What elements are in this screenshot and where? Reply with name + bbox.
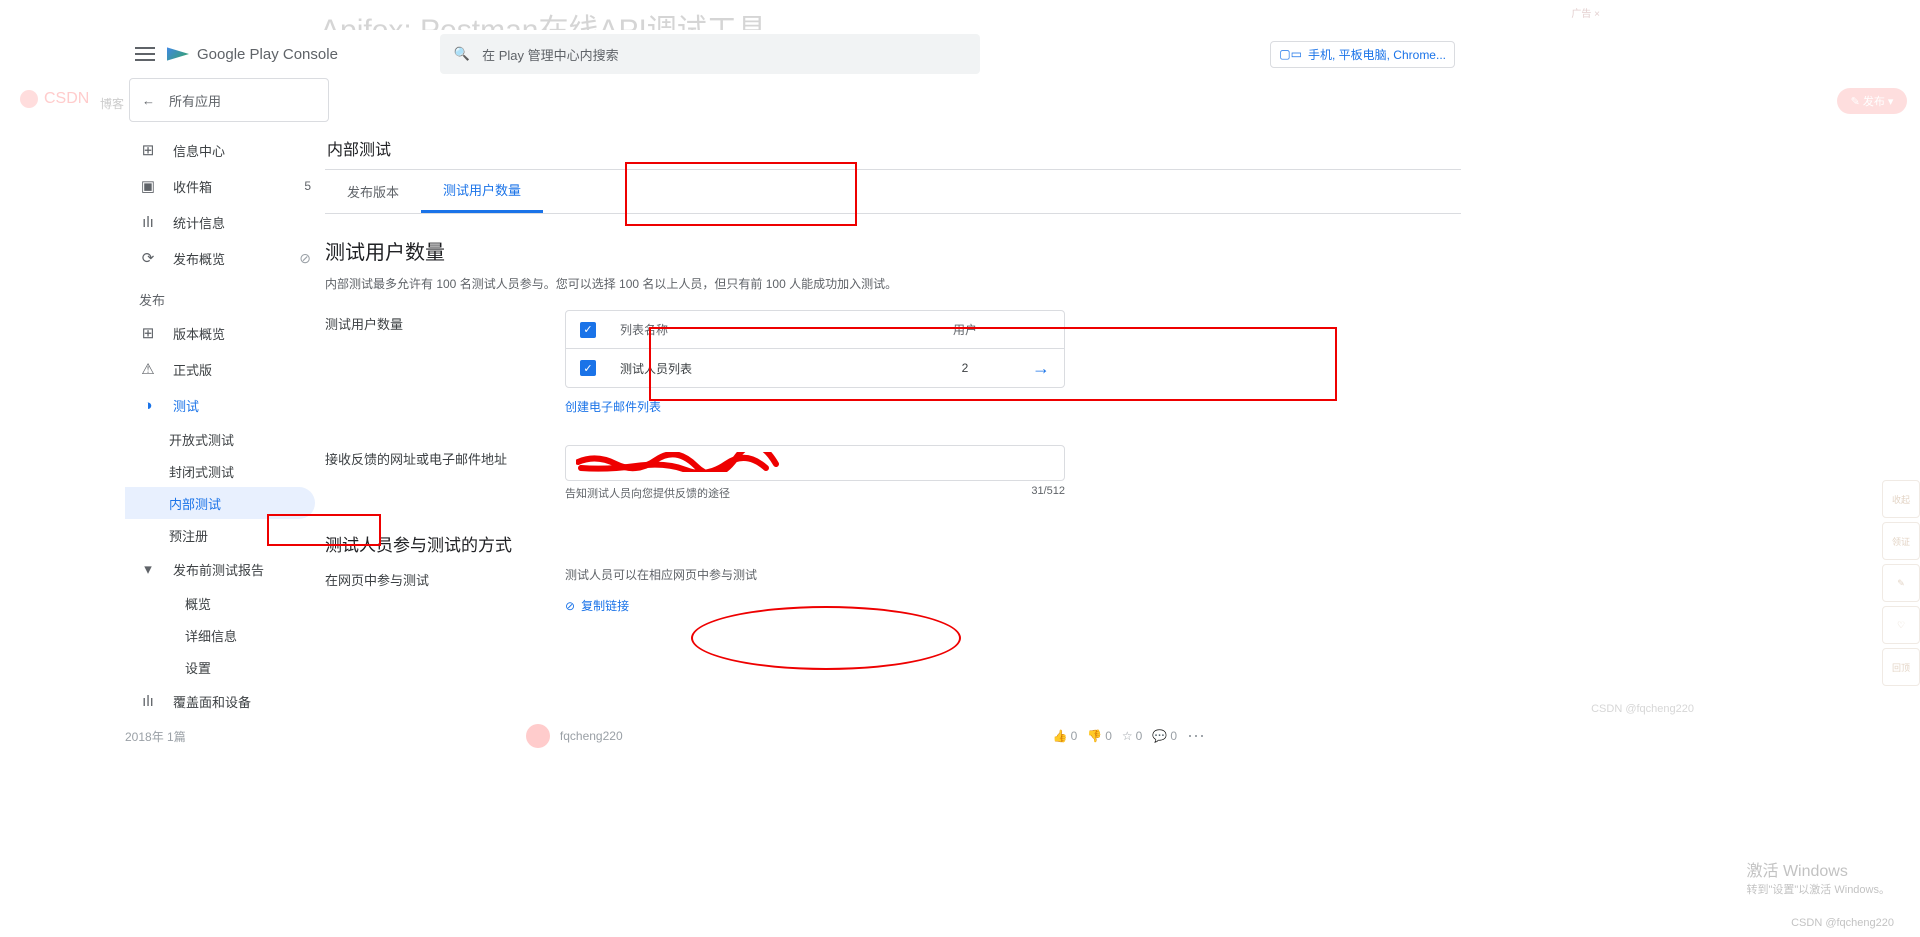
dislike-button[interactable]: 👎 0 bbox=[1087, 729, 1112, 743]
sidebar-item-versions[interactable]: ⊞版本概览 bbox=[125, 315, 325, 351]
devices-icon: ▢▭ bbox=[1279, 47, 1302, 61]
sidebar-sub-preregister[interactable]: 预注册 bbox=[125, 519, 325, 551]
star-button[interactable]: ☆ 0 bbox=[1122, 729, 1142, 743]
join-label: 在网页中参与测试 bbox=[325, 566, 565, 614]
dashboard-icon: ⊞ bbox=[139, 141, 157, 159]
tab-releases[interactable]: 发布版本 bbox=[325, 169, 421, 213]
checkbox-all[interactable]: ✓ bbox=[580, 322, 596, 338]
menu-icon[interactable] bbox=[135, 47, 155, 61]
join-desc: 测试人员可以在相应网页中参与测试 bbox=[565, 566, 1065, 583]
archive-year[interactable]: 2018年 1篇 bbox=[125, 728, 186, 745]
back-all-apps[interactable]: ← 所有应用 bbox=[129, 78, 329, 122]
ad-close[interactable]: 广告 × bbox=[1571, 5, 1600, 20]
rail-item[interactable]: ♡ bbox=[1882, 606, 1920, 644]
overview-icon: ⟳ bbox=[139, 249, 157, 267]
link-icon: ⊘ bbox=[565, 599, 575, 613]
main-content: 内部测试 发布版本 测试用户数量 测试用户数量 内部测试最多允许有 100 名测… bbox=[325, 126, 1465, 725]
feedback-label: 接收反馈的网址或电子邮件地址 bbox=[325, 445, 565, 501]
sidebar-sub-internal-testing[interactable]: 内部测试 bbox=[125, 487, 315, 519]
back-arrow-icon: ← bbox=[142, 93, 155, 108]
coverage-icon: ılı bbox=[139, 692, 157, 710]
tabs: 发布版本 测试用户数量 bbox=[325, 170, 1461, 214]
sidebar-sub-details[interactable]: 详细信息 bbox=[125, 619, 325, 651]
blog-footer: 2018年 1篇 fqcheng220 👍 0 👎 0 ☆ 0 💬 0 ⋯ bbox=[125, 724, 1205, 748]
sidebar-sub-settings[interactable]: 设置 bbox=[125, 651, 325, 683]
like-button[interactable]: 👍 0 bbox=[1053, 729, 1078, 743]
sidebar-item-production[interactable]: ⚠正式版 bbox=[125, 351, 325, 387]
sidebar: ⊞信息中心 ▣收件箱5 ılı统计信息 ⟳发布概览⊘ 发布 ⊞版本概览 ⚠正式版… bbox=[125, 126, 325, 725]
rail-item[interactable]: 收起 bbox=[1882, 480, 1920, 518]
copy-link-button[interactable]: ⊘ 复制链接 bbox=[565, 597, 629, 614]
more-icon[interactable]: ⋯ bbox=[1187, 726, 1205, 747]
feedback-count: 31/512 bbox=[1031, 485, 1065, 501]
logo-text: Google Play Console bbox=[197, 46, 338, 63]
section-desc: 内部测试最多允许有 100 名测试人员参与。您可以选择 100 名以上人员，但只… bbox=[325, 275, 1461, 292]
username[interactable]: fqcheng220 bbox=[560, 729, 623, 743]
tester-lists-table: ✓ 列表名称 用户 ✓ 测试人员列表 2 → bbox=[565, 310, 1065, 388]
page-title: 内部测试 bbox=[325, 126, 1461, 170]
rail-item[interactable]: 领证 bbox=[1882, 522, 1920, 560]
inbox-icon: ▣ bbox=[139, 177, 157, 195]
sidebar-sub-closed-testing[interactable]: 封闭式测试 bbox=[125, 455, 325, 487]
play-console: Google Play Console 🔍 在 Play 管理中心内搜索 ▢▭ … bbox=[125, 30, 1465, 720]
header: Google Play Console 🔍 在 Play 管理中心内搜索 ▢▭ … bbox=[125, 30, 1465, 78]
col-list-name: 列表名称 bbox=[620, 321, 910, 338]
table-row[interactable]: ✓ 测试人员列表 2 → bbox=[566, 349, 1064, 387]
row-users: 2 bbox=[930, 361, 1000, 375]
versions-icon: ⊞ bbox=[139, 324, 157, 342]
sidebar-sub-open-testing[interactable]: 开放式测试 bbox=[125, 423, 325, 455]
activate-windows: 激活 Windows 转到"设置"以激活 Windows。 bbox=[1747, 857, 1891, 897]
tab-testers[interactable]: 测试用户数量 bbox=[421, 169, 543, 213]
col-users: 用户 bbox=[930, 321, 1000, 338]
sidebar-item-coverage[interactable]: ılı覆盖面和设备 bbox=[125, 683, 325, 719]
sidebar-item-inbox[interactable]: ▣收件箱5 bbox=[125, 168, 325, 204]
comment-button[interactable]: 💬 0 bbox=[1152, 729, 1177, 743]
section-title: 测试用户数量 bbox=[325, 236, 1461, 265]
join-title: 测试人员参与测试的方式 bbox=[325, 531, 1461, 556]
redacted-scribble bbox=[576, 452, 786, 472]
csdn-user-watermark: CSDN @fqcheng220 bbox=[1591, 703, 1694, 715]
avatar[interactable] bbox=[526, 724, 550, 748]
disabled-icon: ⊘ bbox=[299, 250, 311, 267]
rail-item[interactable]: ✎ bbox=[1882, 564, 1920, 602]
device-selector[interactable]: ▢▭ 手机, 平板电脑, Chrome... bbox=[1270, 41, 1455, 68]
inbox-badge: 5 bbox=[304, 179, 311, 193]
sidebar-section-publish: 发布 bbox=[125, 276, 325, 315]
arrow-right-icon[interactable]: → bbox=[1020, 358, 1050, 379]
sidebar-item-prelaunch-report[interactable]: ▾发布前测试报告 bbox=[125, 551, 325, 587]
stats-icon: ılı bbox=[139, 213, 157, 231]
feedback-hint: 告知测试人员向您提供反馈的途径 bbox=[565, 485, 730, 501]
sidebar-item-testing[interactable]: ◑测试 bbox=[125, 387, 325, 423]
logo[interactable]: Google Play Console bbox=[167, 43, 338, 65]
right-rail: 收起 领证 ✎ ♡ 回顶 bbox=[1882, 480, 1920, 686]
search-input[interactable]: 🔍 在 Play 管理中心内搜索 bbox=[440, 34, 980, 74]
csdn-user-watermark: CSDN @fqcheng220 bbox=[1791, 917, 1894, 929]
production-icon: ⚠ bbox=[139, 360, 157, 378]
testers-label: 测试用户数量 bbox=[325, 310, 565, 415]
rail-item[interactable]: 回顶 bbox=[1882, 648, 1920, 686]
feedback-input[interactable] bbox=[565, 445, 1065, 481]
testing-icon: ◑ bbox=[139, 396, 157, 414]
publish-button[interactable]: ✎ 发布 ▾ bbox=[1837, 88, 1907, 114]
csdn-watermark: CSDN bbox=[20, 90, 89, 108]
chevron-down-icon: ▾ bbox=[139, 560, 157, 578]
play-logo-icon bbox=[167, 43, 189, 65]
sidebar-item-dashboard[interactable]: ⊞信息中心 bbox=[125, 132, 325, 168]
search-icon: 🔍 bbox=[454, 46, 470, 62]
row-list-name: 测试人员列表 bbox=[620, 360, 910, 377]
sidebar-sub-overview[interactable]: 概览 bbox=[125, 587, 325, 619]
create-email-list-link[interactable]: 创建电子邮件列表 bbox=[565, 398, 661, 415]
sidebar-item-publish-overview[interactable]: ⟳发布概览⊘ bbox=[125, 240, 325, 276]
sidebar-item-stats[interactable]: ılı统计信息 bbox=[125, 204, 325, 240]
checkbox-row[interactable]: ✓ bbox=[580, 360, 596, 376]
search-placeholder: 在 Play 管理中心内搜索 bbox=[482, 45, 619, 64]
blog-label: 博客 bbox=[100, 95, 124, 112]
